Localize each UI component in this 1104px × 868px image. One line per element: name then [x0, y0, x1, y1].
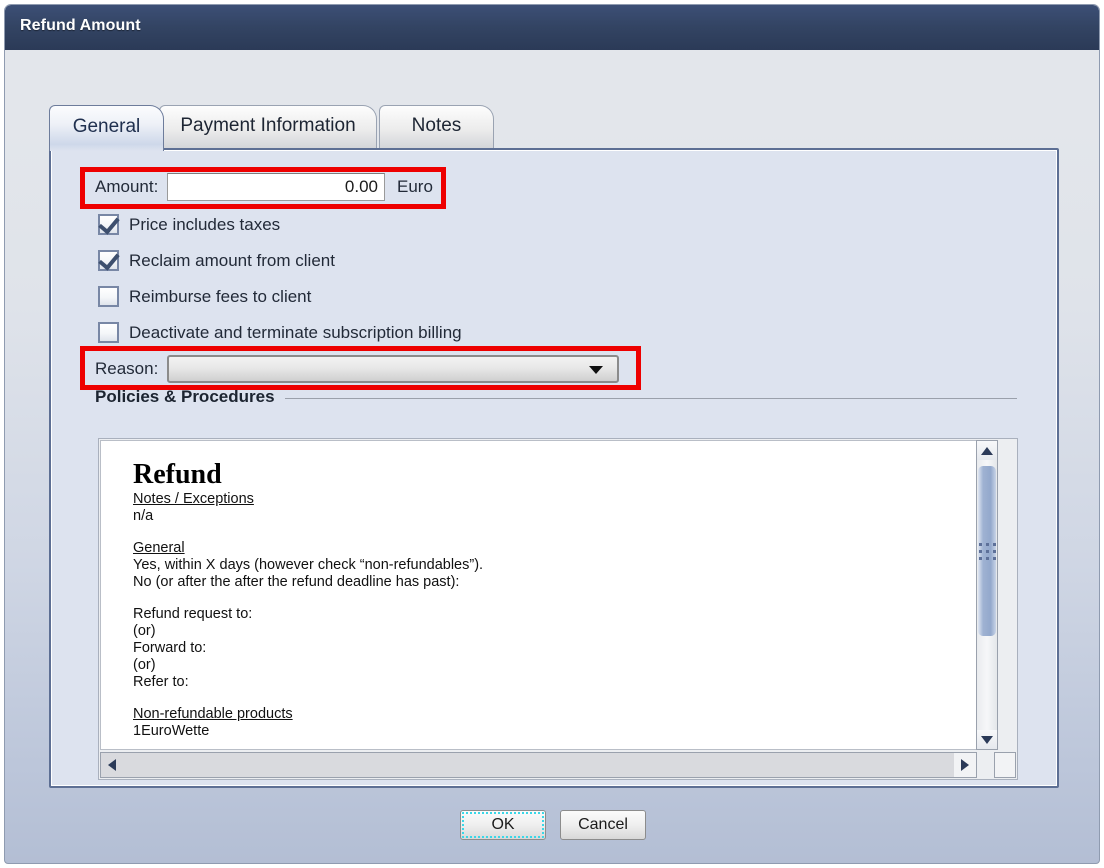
grip-dot: [985, 542, 989, 546]
document-vertical-scrollbar[interactable]: [976, 440, 998, 750]
checkbox-reimburse-fees-to-client-label: Reimburse fees to client: [129, 286, 312, 306]
reason-dropdown[interactable]: [167, 355, 619, 383]
document-section-general-title: General: [133, 540, 185, 556]
document-spacer: [133, 691, 960, 706]
grip-dot: [985, 556, 989, 560]
document-section-general-line-2: No (or after the after the refund deadli…: [133, 574, 460, 590]
document-or-1: (or): [133, 623, 156, 639]
checkbox-reimburse-fees-to-client[interactable]: [98, 286, 119, 307]
grip-dots: [978, 542, 996, 546]
reason-label: Reason:: [95, 359, 159, 378]
document-section-non-refundable-title: Non-refundable products: [133, 706, 293, 722]
tab-payment-information-label: Payment Information: [180, 114, 356, 136]
policies-document-viewport[interactable]: Refund Notes / Exceptions n/a General Ye…: [100, 440, 977, 750]
checkbox-deactivate-terminate-subscription-billing-label: Deactivate and terminate subscription bi…: [129, 322, 462, 342]
policies-group-box: Policies & Procedures: [95, 387, 1017, 407]
tab-general-label: General: [72, 115, 141, 137]
checkbox-row-reclaim-amount-from-client[interactable]: Reclaim amount from client: [98, 250, 335, 271]
vertical-scrollbar-thumb[interactable]: [978, 466, 996, 636]
scroll-up-button[interactable]: [977, 441, 997, 460]
checkbox-deactivate-terminate-subscription-billing[interactable]: [98, 322, 119, 343]
amount-input[interactable]: [167, 173, 385, 201]
dialog-title: Refund Amount: [20, 17, 141, 34]
tab-general[interactable]: General: [49, 105, 164, 151]
policies-document-content: Refund Notes / Exceptions n/a General Ye…: [101, 441, 976, 740]
checkbox-row-deactivate-terminate-subscription-billing[interactable]: Deactivate and terminate subscription bi…: [98, 322, 462, 343]
triangle-left-icon: [108, 759, 116, 771]
dialog-titlebar: Refund Amount: [5, 5, 1099, 50]
triangle-up-icon: [981, 446, 993, 455]
document-or-2: (or): [133, 657, 156, 673]
checkbox-reclaim-amount-from-client-label: Reclaim amount from client: [129, 250, 335, 270]
document-spacer: [133, 525, 960, 540]
amount-row: Amount: Euro: [95, 173, 433, 201]
checkbox-reclaim-amount-from-client[interactable]: [98, 250, 119, 271]
scroll-left-button[interactable]: [101, 753, 123, 777]
checkbox-row-reimburse-fees-to-client[interactable]: Reimburse fees to client: [98, 286, 311, 307]
checkbox-price-includes-taxes[interactable]: [98, 214, 119, 235]
tab-payment-information[interactable]: Payment Information: [159, 105, 377, 149]
document-section-notes-exceptions-body: n/a: [133, 508, 154, 524]
document-forward-to: Forward to:: [133, 640, 207, 656]
chevron-down-icon: [589, 366, 603, 374]
triangle-down-icon: [981, 735, 993, 744]
document-section-non-refundable-body: 1EuroWette: [133, 723, 210, 739]
amount-currency-label: Euro: [397, 177, 433, 196]
document-refer-to: Refer to:: [133, 674, 189, 690]
scroll-right-button[interactable]: [954, 753, 976, 777]
grip-dot: [992, 556, 996, 560]
reason-row: Reason:: [95, 355, 619, 383]
triangle-right-icon: [961, 759, 969, 771]
policies-document-container: Refund Notes / Exceptions n/a General Ye…: [98, 438, 1018, 780]
grip-dot: [992, 549, 996, 553]
policies-group-title: Policies & Procedures: [95, 387, 285, 407]
checkbox-row-price-includes-taxes[interactable]: Price includes taxes: [98, 214, 280, 235]
scroll-down-button[interactable]: [977, 730, 997, 749]
grip-dot: [978, 549, 982, 553]
amount-label: Amount:: [95, 177, 159, 196]
document-horizontal-scrollbar[interactable]: [100, 752, 977, 778]
document-section-general-line-1: Yes, within X days (however check “non-r…: [133, 557, 484, 573]
document-refund-request-to: Refund request to:: [133, 606, 253, 622]
tab-notes[interactable]: Notes: [379, 105, 494, 149]
grip-dot: [985, 549, 989, 553]
grip-dot: [992, 542, 996, 546]
dialog-footer: OK Cancel: [5, 810, 1099, 840]
cancel-button[interactable]: Cancel: [560, 810, 646, 840]
document-spacer: [133, 591, 960, 606]
tab-strip: General Payment Information Notes: [49, 105, 1059, 151]
refund-amount-dialog: Refund Amount General Payment Informatio…: [4, 4, 1100, 864]
scrollbar-corner: [994, 752, 1016, 778]
ok-button[interactable]: OK: [460, 810, 546, 840]
document-heading: Refund: [133, 459, 222, 490]
grip-dots: [978, 556, 996, 560]
grip-dots: [978, 549, 996, 553]
grip-dot: [978, 556, 982, 560]
checkbox-price-includes-taxes-label: Price includes taxes: [129, 214, 281, 234]
general-tab-panel: Amount: Euro Price includes taxes Reclai…: [49, 148, 1059, 788]
grip-dot: [978, 542, 982, 546]
tab-notes-label: Notes: [411, 114, 462, 136]
document-section-notes-exceptions-title: Notes / Exceptions: [133, 491, 254, 507]
